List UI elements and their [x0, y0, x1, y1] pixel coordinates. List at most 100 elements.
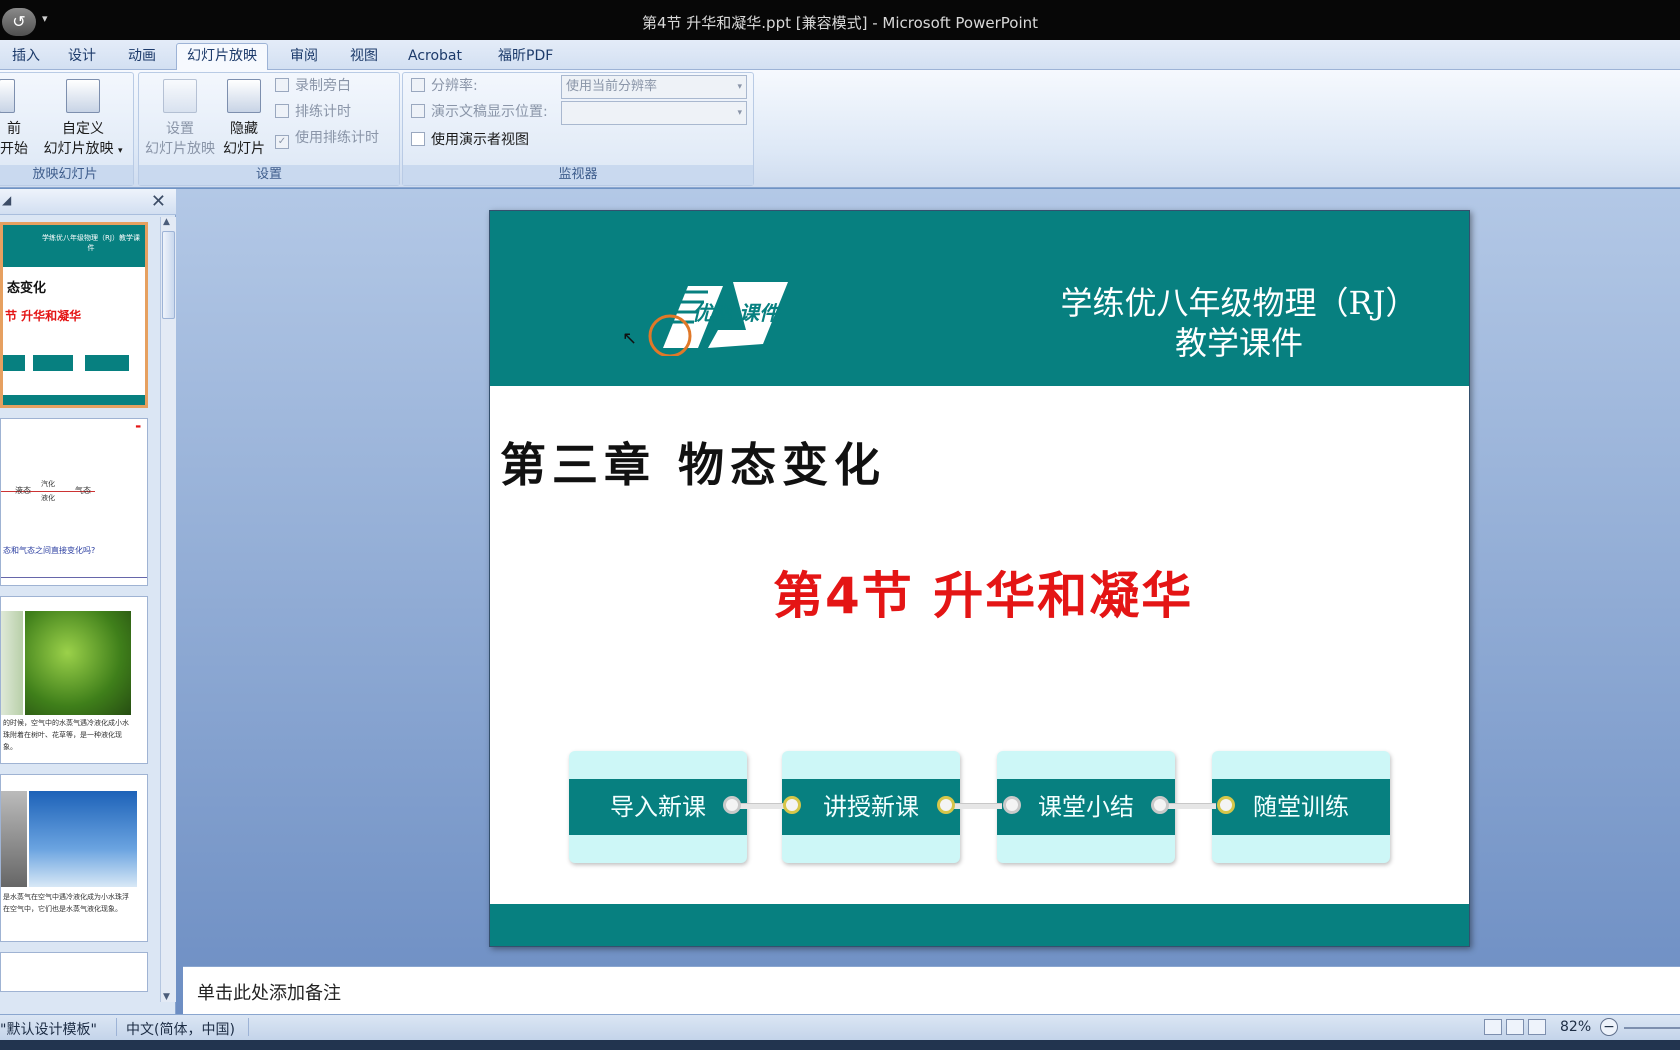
slide-thumbnail-4[interactable]: 是水蒸气在空气中遇冷液化成为小水珠浮在空气中，它们也是水蒸气液化现象。 — [0, 774, 148, 942]
show-on-select[interactable]: ▾ — [561, 101, 747, 125]
nav-intro-label: 导入新课 — [569, 779, 747, 835]
scroll-up-icon[interactable]: ▲ — [163, 217, 170, 227]
from-current-slide-button[interactable]: 前 开始 — [0, 79, 29, 159]
thumb4-text: 是水蒸气在空气中遇冷液化成为小水珠浮在空气中，它们也是水蒸气液化现象。 — [3, 893, 129, 913]
nav-exercise-label: 随堂训练 — [1212, 779, 1390, 835]
nav-summary-label: 课堂小结 — [997, 779, 1175, 835]
hide-label-2: 幻灯片 — [223, 141, 265, 157]
slides-panel: ◢ ✕ 学练优八年级物理（RJ）教学课件 态变化 节 升华和凝华 ▬ 液态 汽化… — [0, 189, 176, 1014]
slide-course-title: 学练优八年级物理（RJ） — [1060, 284, 1418, 322]
hide-label-1: 隐藏 — [230, 121, 258, 137]
thumb1-line1: 态变化 — [7, 281, 47, 296]
rehearse-timings-button[interactable]: 排练计时 — [275, 101, 351, 123]
nav-button-exercise[interactable]: 随堂训练 — [1212, 751, 1390, 863]
slide-header-text: 学练优八年级物理（RJ） 教学课件 — [1049, 283, 1429, 363]
show-on-label: 演示文稿显示位置: — [431, 104, 548, 120]
microphone-icon — [275, 78, 289, 92]
clock-icon — [275, 104, 289, 118]
slide-sorter-view-icon[interactable] — [1506, 1019, 1524, 1035]
status-language[interactable]: 中文(简体，中国) — [126, 1019, 235, 1039]
nav-button-intro[interactable]: 导入新课 — [569, 751, 747, 863]
tab-view[interactable]: 视图 — [340, 45, 388, 70]
nav-dot — [783, 796, 801, 814]
slide-canvas[interactable]: 优翼 课件 ↖ 学练优八年级物理（RJ） 教学课件 第三章 物态变化 第4节 升… — [489, 210, 1470, 947]
normal-view-icon[interactable] — [1484, 1019, 1502, 1035]
chevron-down-icon: ▾ — [117, 146, 123, 156]
leaf-dew-image — [25, 611, 131, 715]
scroll-thumb[interactable] — [162, 231, 175, 319]
notes-placeholder: 单击此处添加备注 — [197, 983, 341, 1004]
slideshow-icon — [0, 79, 15, 113]
presenter-view-label: 使用演示者视图 — [431, 132, 529, 148]
close-icon[interactable]: ✕ — [151, 191, 166, 212]
slide-thumbnail-5[interactable] — [0, 952, 148, 992]
slide-section-title: 第4节 升华和凝华 — [773, 567, 1194, 625]
nav-dot — [937, 796, 955, 814]
group-monitors: 分辨率: 使用当前分辨率 ▾ 演示文稿显示位置: ▾ 使用演示者视图 监视器 — [402, 72, 754, 186]
setup-icon — [163, 79, 197, 113]
chevron-down-icon: ▾ — [737, 108, 742, 118]
tab-design[interactable]: 设计 — [58, 45, 106, 70]
resolution-label: 分辨率: — [431, 78, 478, 94]
presenter-view-checkbox[interactable]: 使用演示者视图 — [411, 129, 529, 151]
setup-label-2: 幻灯片放映 — [145, 141, 215, 157]
record-narration-button[interactable]: 录制旁白 — [275, 75, 351, 97]
monitor-icon — [411, 78, 425, 92]
tab-acrobat[interactable]: Acrobat — [398, 45, 472, 70]
cloud-sky-image — [29, 791, 137, 887]
from-current-label-1: 前 — [7, 121, 21, 137]
slides-panel-header: ◢ ✕ — [0, 189, 176, 215]
slides-panel-scrollbar[interactable]: ▲ ▼ — [160, 217, 176, 1002]
slide-course-subtitle: 教学课件 — [1174, 324, 1303, 362]
nav-button-lecture[interactable]: 讲授新课 — [782, 751, 960, 863]
tab-foxit-pdf[interactable]: 福昕PDF — [488, 45, 563, 70]
title-bar: ↺ ▾ 第4节 升华和凝华.ppt [兼容模式] - Microsoft Pow… — [0, 0, 1680, 40]
slide-footer-band — [490, 904, 1469, 946]
resolution-select[interactable]: 使用当前分辨率 ▾ — [561, 75, 747, 99]
nav-lecture-label: 讲授新课 — [782, 779, 960, 835]
panel-tab-icon: ◢ — [2, 193, 12, 207]
ribbon-tabs: 插入 设计 动画 幻灯片放映 审阅 视图 Acrobat 福昕PDF — [0, 40, 1680, 71]
resolution-value: 使用当前分辨率 — [566, 79, 658, 94]
windows-taskbar — [0, 1040, 1680, 1050]
group-start-slideshow: 前 开始 自定义 幻灯片放映 ▾ 放映幻灯片 — [0, 72, 134, 186]
thumb1-line2: 节 升华和凝华 — [5, 309, 82, 323]
group-label-setup: 设置 — [139, 165, 399, 185]
checkbox-checked-icon: ✓ — [275, 135, 289, 149]
nav-dot — [1003, 796, 1021, 814]
slideshow-view-icon[interactable] — [1528, 1019, 1546, 1035]
ribbon: 前 开始 自定义 幻灯片放映 ▾ 放映幻灯片 设置 幻灯片放映 隐藏 幻灯片 录… — [0, 70, 1680, 188]
setup-slideshow-button[interactable]: 设置 幻灯片放映 — [143, 79, 217, 159]
status-template[interactable]: "默认设计模板" — [0, 1019, 97, 1039]
slide-thumbnail-3[interactable]: 的时候，空气中的水蒸气遇冷液化成小水珠附着在树叶、花草等，是一种液化现象。 — [0, 596, 148, 764]
custom-slideshow-label-1: 自定义 — [62, 121, 104, 137]
window-title: 第4节 升华和凝华.ppt [兼容模式] - Microsoft PowerPo… — [641, 14, 1039, 32]
nav-button-summary[interactable]: 课堂小结 — [997, 751, 1175, 863]
display-icon — [411, 104, 425, 118]
group-label-monitors: 监视器 — [403, 165, 753, 185]
tab-insert[interactable]: 插入 — [2, 45, 50, 70]
hide-slide-button[interactable]: 隐藏 幻灯片 — [219, 79, 269, 159]
zoom-level[interactable]: 82% — [1560, 1019, 1591, 1035]
slide-thumbnail-1[interactable]: 学练优八年级物理（RJ）教学课件 态变化 节 升华和凝华 — [0, 222, 148, 408]
group-label-start: 放映幻灯片 — [0, 165, 133, 185]
tab-animation[interactable]: 动画 — [118, 45, 166, 70]
use-rehearsed-timings-checkbox[interactable]: ✓ 使用排练计时 — [275, 127, 379, 149]
resolution-label-row: 分辨率: — [411, 75, 478, 97]
nav-dot — [1217, 796, 1235, 814]
scroll-down-icon[interactable]: ▼ — [163, 992, 170, 1002]
tab-slideshow[interactable]: 幻灯片放映 — [176, 43, 268, 71]
from-current-label-2: 开始 — [0, 141, 28, 157]
notes-pane[interactable]: 单击此处添加备注 — [183, 966, 1680, 1014]
custom-slideshow-icon — [66, 79, 100, 113]
zoom-out-icon[interactable]: − — [1600, 1018, 1618, 1036]
group-setup: 设置 幻灯片放映 隐藏 幻灯片 录制旁白 排练计时 ✓ 使用排练计时 设置 — [138, 72, 400, 186]
zoom-slider[interactable] — [1624, 1027, 1680, 1029]
tab-review[interactable]: 审阅 — [280, 45, 328, 70]
thumb1-title: 学练优八年级物理（RJ）教学课件 — [42, 234, 140, 252]
slide-thumbnail-2[interactable]: ▬ 液态 汽化 液化 气态 态和气态之间直接变化吗? — [0, 418, 148, 586]
nav-dot — [1151, 796, 1169, 814]
use-rehearsed-timings-label: 使用排练计时 — [295, 130, 379, 146]
logo-text: 优翼 课件 — [692, 301, 781, 325]
custom-slideshow-button[interactable]: 自定义 幻灯片放映 ▾ — [35, 79, 131, 161]
